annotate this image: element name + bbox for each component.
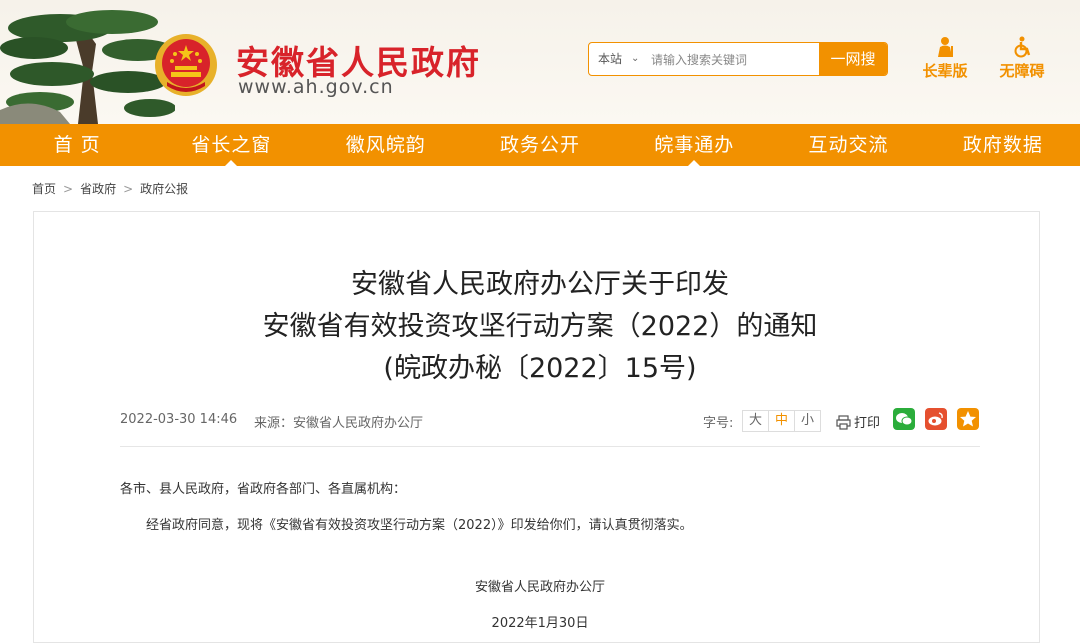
search-button[interactable]: 一网搜 [819,43,887,75]
signature-org: 安徽省人民政府办公厅 [474,580,605,595]
nav-governor-window-label: 省长之窗 [191,134,272,156]
accessibility-label: 无障碍 [999,62,1045,80]
nav-gov-affairs-label: 政务公开 [499,134,580,156]
wheelchair-icon [1014,36,1031,58]
site-header: 安徽省人民政府 www.ah.gov.cn 本站 ⌄ 一网搜 长辈版 无障碍 [0,0,1080,124]
nav-governor-window[interactable]: 省长之窗 [154,124,308,166]
nav-home-label: 首 页 [53,134,101,156]
nav-services-indicator [688,160,701,166]
breadcrumb-home[interactable]: 首页 [32,182,56,196]
main-nav: 首 页 省长之窗 徽风皖韵 政务公开 皖事通办 互动交流 政府数据 [0,124,1080,166]
breadcrumb-province-gov[interactable]: 省政府 [80,182,116,196]
article-title-line-3: (皖政办秘〔2022〕15号) [383,353,697,384]
chevron-down-icon: ⌄ [631,53,640,64]
nav-interaction[interactable]: 互动交流 [771,124,925,166]
nav-anhui-culture[interactable]: 徽风皖韵 [309,124,463,166]
accessibility-button[interactable]: 无障碍 [992,36,1052,81]
nav-gov-data-label: 政府数据 [962,134,1043,156]
search-bar: 本站 ⌄ 一网搜 [588,42,888,76]
font-size-switcher: 大 中 小 [742,410,821,432]
nav-home[interactable]: 首 页 [0,124,154,166]
search-input[interactable] [649,49,807,71]
article-title: 安徽省人民政府办公厅关于印发 安徽省有效投资攻坚行动方案（2022）的通知 (皖… [0,264,1080,390]
meta-divider [120,446,980,447]
nav-anhui-culture-label: 徽风皖韵 [345,134,426,156]
article-salutation: 各市、县人民政府，省政府各部门、各直属机构： [120,482,407,497]
breadcrumb: 首页 > 省政府 > 政府公报 [32,180,188,197]
font-size-large-button[interactable]: 大 [743,411,769,431]
print-button[interactable]: 打印 [836,412,880,431]
wechat-icon [896,413,913,426]
search-scope-label: 本站 [598,52,623,66]
font-size-label: 字号: [703,416,734,431]
nav-gov-affairs[interactable]: 政务公开 [463,124,617,166]
favorite-icon [960,411,976,427]
favorite-button[interactable] [957,408,979,430]
article-paragraph: 经省政府同意，现将《安徽省有效投资攻坚行动方案（2022）》印发给你们，请认真贯… [146,518,693,533]
breadcrumb-separator: > [63,182,74,196]
font-size-small-button[interactable]: 小 [795,411,820,431]
nav-gov-data[interactable]: 政府数据 [926,124,1080,166]
article-title-line-2: 安徽省有效投资攻坚行动方案（2022）的通知 [262,311,818,342]
share-wechat-button[interactable] [893,408,915,430]
print-label: 打印 [854,416,881,431]
nav-services-label: 皖事通办 [654,134,735,156]
font-size-medium-button[interactable]: 中 [769,411,795,431]
elder-icon [938,37,953,57]
signature-date: 2022年1月30日 [491,616,589,631]
nav-services[interactable]: 皖事通办 [617,124,771,166]
search-scope-select[interactable]: 本站 ⌄ [589,43,641,75]
pine-tree-logo [0,10,175,124]
share-weibo-button[interactable] [925,408,947,430]
elder-mode-button[interactable]: 长辈版 [915,36,975,81]
article-source: 来源：安徽省人民政府办公厅 [254,416,424,431]
elder-mode-label: 长辈版 [922,62,968,80]
article-meta: 2022-03-30 14:46 来源：安徽省人民政府办公厅 字号: 大 中 小… [120,408,980,432]
publish-date: 2022-03-30 14:46 [120,412,238,427]
national-emblem-icon [155,34,217,96]
weibo-icon [928,412,943,426]
breadcrumb-gazette[interactable]: 政府公报 [140,182,188,196]
breadcrumb-separator: > [123,182,134,196]
printer-icon [836,415,851,430]
article-title-line-1: 安徽省人民政府办公厅关于印发 [351,269,729,300]
nav-active-indicator [225,160,238,166]
nav-interaction-label: 互动交流 [808,134,889,156]
site-url[interactable]: www.ah.gov.cn [238,76,394,98]
